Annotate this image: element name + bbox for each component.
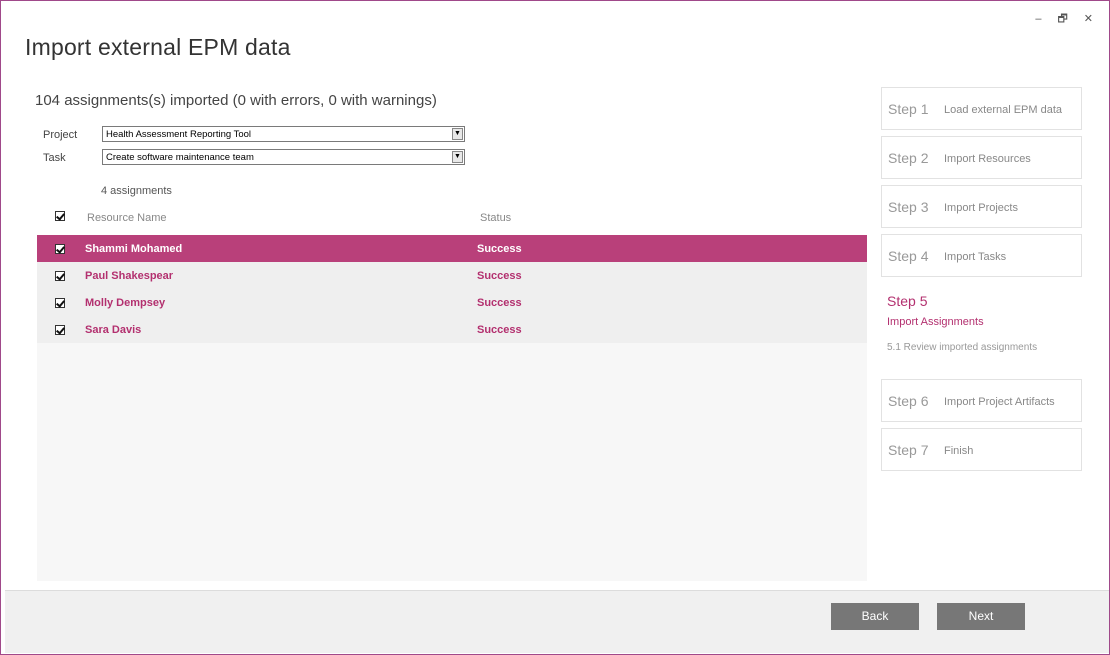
select-all-checkbox[interactable]: [55, 211, 65, 221]
step-number: Step 7: [888, 442, 929, 458]
close-icon[interactable]: ✕: [1084, 13, 1093, 25]
window-controls: – 🗗 ✕: [1035, 13, 1093, 25]
step-label: Finish: [944, 445, 974, 457]
resource-name-cell: Shammi Mohamed: [85, 243, 183, 255]
step-label: Import Tasks: [944, 251, 1007, 263]
step-number: Step 1: [888, 101, 929, 117]
table-row[interactable]: Molly Dempsey Success: [37, 289, 867, 316]
step-number: Step 2: [888, 150, 929, 166]
row-checkbox[interactable]: [55, 298, 65, 308]
task-label: Task: [43, 152, 66, 164]
table-row[interactable]: Shammi Mohamed Success: [37, 235, 867, 262]
project-dropdown[interactable]: Health Assessment Reporting Tool ▼: [102, 126, 465, 142]
task-dropdown[interactable]: Create software maintenance team ▼: [102, 149, 465, 165]
step-number: Step 3: [888, 199, 929, 215]
row-checkbox[interactable]: [55, 244, 65, 254]
chevron-down-icon[interactable]: ▼: [452, 128, 463, 140]
resource-name-cell: Molly Dempsey: [85, 297, 166, 309]
step-2[interactable]: Step 2 Import Resources: [881, 136, 1082, 179]
step-number: Step 4: [888, 248, 929, 264]
step-7[interactable]: Step 7 Finish: [881, 428, 1082, 471]
assignments-grid: Resource Name Status Shammi Mohamed Succ…: [37, 201, 867, 581]
project-value: Health Assessment Reporting Tool: [106, 129, 252, 140]
restore-icon[interactable]: 🗗: [1057, 13, 1067, 25]
status-cell: Success: [477, 270, 522, 282]
step-label: Import Projects: [944, 202, 1018, 214]
page-title: Import external EPM data: [25, 34, 291, 60]
resource-name-cell: Sara Davis: [85, 324, 142, 336]
status-cell: Success: [477, 243, 522, 255]
current-substep-label[interactable]: 5.1 Review imported assignments: [887, 342, 1037, 353]
resource-name-header[interactable]: Resource Name: [87, 212, 166, 224]
step-number: Step 6: [888, 393, 929, 409]
step-label: Import Project Artifacts: [944, 396, 1055, 408]
step-label: Import Resources: [944, 153, 1031, 165]
grid-header: Resource Name Status: [37, 201, 867, 235]
step-4[interactable]: Step 4 Import Tasks: [881, 234, 1082, 277]
step-1[interactable]: Step 1 Load external EPM data: [881, 87, 1082, 130]
current-step-label[interactable]: Import Assignments: [887, 316, 984, 328]
chevron-down-icon[interactable]: ▼: [452, 151, 463, 163]
step-label: Load external EPM data: [944, 104, 1063, 116]
import-summary: 104 assignments(s) imported (0 with erro…: [35, 92, 437, 109]
status-cell: Success: [477, 297, 522, 309]
row-checkbox[interactable]: [55, 271, 65, 281]
status-header[interactable]: Status: [480, 212, 511, 224]
status-cell: Success: [477, 324, 522, 336]
import-wizard-window: – 🗗 ✕ Import external EPM data 104 assig…: [0, 0, 1110, 655]
back-button[interactable]: Back: [831, 603, 919, 630]
next-button[interactable]: Next: [937, 603, 1025, 630]
table-row[interactable]: Paul Shakespear Success: [37, 262, 867, 289]
current-step-number: Step 5: [887, 293, 928, 309]
step-3[interactable]: Step 3 Import Projects: [881, 185, 1082, 228]
table-row[interactable]: Sara Davis Success: [37, 316, 867, 343]
minimize-icon[interactable]: –: [1035, 13, 1041, 25]
step-6[interactable]: Step 6 Import Project Artifacts: [881, 379, 1082, 422]
assignment-count: 4 assignments: [101, 185, 172, 197]
resource-name-cell: Paul Shakespear: [85, 270, 174, 282]
project-label: Project: [43, 129, 78, 141]
row-checkbox[interactable]: [55, 325, 65, 335]
task-value: Create software maintenance team: [106, 152, 254, 163]
